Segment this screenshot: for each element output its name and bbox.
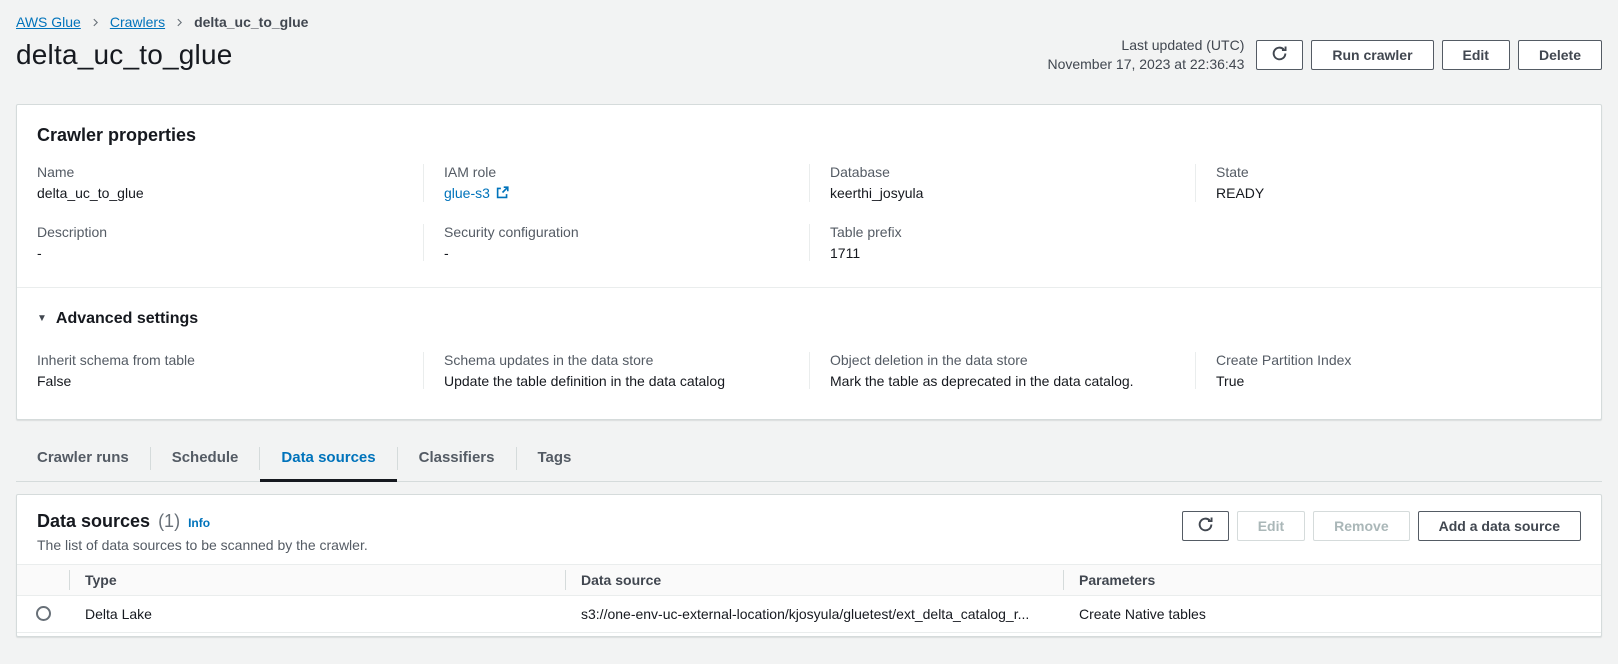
data-sources-card: Data sources (1) Info The list of data s… <box>16 494 1602 637</box>
tab-schedule[interactable]: Schedule <box>151 436 260 482</box>
last-updated-label: Last updated (UTC) <box>1047 36 1244 55</box>
edit-source-button[interactable]: Edit <box>1237 511 1305 541</box>
breadcrumb-current: delta_uc_to_glue <box>194 14 308 30</box>
last-updated: Last updated (UTC) November 17, 2023 at … <box>1047 36 1244 74</box>
state-value: READY <box>1216 185 1561 201</box>
field-label: Table prefix <box>830 224 1175 240</box>
field-value: keerthi_josyula <box>830 185 1175 201</box>
delete-button[interactable]: Delete <box>1518 40 1602 70</box>
remove-source-button[interactable]: Remove <box>1313 511 1409 541</box>
add-data-source-button[interactable]: Add a data source <box>1418 511 1581 541</box>
field-label: Schema updates in the data store <box>444 352 789 368</box>
field-state: State READY <box>1195 164 1581 202</box>
field-value: True <box>1216 373 1561 389</box>
column-header-parameters: Parameters <box>1063 564 1601 595</box>
field-value: False <box>37 373 403 389</box>
advanced-settings-label: Advanced settings <box>56 310 198 328</box>
field-value: delta_uc_to_glue <box>37 185 403 201</box>
field-description: Description - <box>37 224 423 261</box>
last-updated-value: November 17, 2023 at 22:36:43 <box>1047 55 1244 74</box>
tab-classifiers[interactable]: Classifiers <box>398 436 516 482</box>
tab-crawler-runs[interactable]: Crawler runs <box>16 436 150 482</box>
field-value: 1711 <box>830 245 1175 261</box>
data-sources-table: Type Data source Parameters Delta Lake s… <box>17 564 1601 633</box>
properties-row-1: Name delta_uc_to_glue IAM role glue-s3 D… <box>37 164 1581 202</box>
page-header: delta_uc_to_glue Last updated (UTC) Nove… <box>0 34 1618 86</box>
field-object-deletion: Object deletion in the data store Mark t… <box>809 352 1195 389</box>
field-database: Database keerthi_josyula <box>809 164 1195 202</box>
refresh-icon <box>1271 45 1288 65</box>
column-header-type: Type <box>69 564 565 595</box>
refresh-sources-button[interactable] <box>1182 511 1229 541</box>
properties-row-2: Description - Security configuration - T… <box>37 224 1581 261</box>
data-sources-count: (1) <box>158 511 180 532</box>
cell-parameters: Create Native tables <box>1063 595 1601 632</box>
field-label: Inherit schema from table <box>37 352 403 368</box>
field-name: Name delta_uc_to_glue <box>37 164 423 202</box>
breadcrumb-link-crawlers[interactable]: Crawlers <box>110 14 165 30</box>
field-value: Mark the table as deprecated in the data… <box>830 373 1175 389</box>
field-label: Name <box>37 164 403 180</box>
tab-data-sources[interactable]: Data sources <box>260 436 396 482</box>
cell-data-source: s3://one-env-uc-external-location/kjosyu… <box>565 595 1063 632</box>
field-label: State <box>1216 164 1561 180</box>
crawler-properties-title: Crawler properties <box>37 125 1581 146</box>
field-label: Security configuration <box>444 224 789 240</box>
header-actions: Last updated (UTC) November 17, 2023 at … <box>1047 36 1602 74</box>
field-value: Update the table definition in the data … <box>444 373 789 389</box>
refresh-icon <box>1197 516 1214 536</box>
chevron-right-icon <box>91 17 100 28</box>
field-table-prefix: Table prefix 1711 <box>809 224 1195 261</box>
page-title: delta_uc_to_glue <box>16 39 233 71</box>
breadcrumb: AWS Glue Crawlers delta_uc_to_glue <box>0 0 1618 34</box>
table-row: Delta Lake s3://one-env-uc-external-loca… <box>17 595 1601 632</box>
field-partition-index: Create Partition Index True <box>1195 352 1581 389</box>
field-value: - <box>37 245 403 261</box>
refresh-button[interactable] <box>1256 40 1303 70</box>
field-label: Create Partition Index <box>1216 352 1561 368</box>
edit-button[interactable]: Edit <box>1442 40 1510 70</box>
column-header-data-source: Data source <box>565 564 1063 595</box>
tab-bar: Crawler runs Schedule Data sources Class… <box>16 436 1602 482</box>
cell-type: Delta Lake <box>69 595 565 632</box>
field-security-configuration: Security configuration - <box>423 224 809 261</box>
field-iam-role: IAM role glue-s3 <box>423 164 809 202</box>
external-link-icon <box>496 186 509 202</box>
run-crawler-button[interactable]: Run crawler <box>1311 40 1433 70</box>
data-sources-title: Data sources <box>37 511 150 532</box>
data-sources-description: The list of data sources to be scanned b… <box>37 537 368 553</box>
iam-role-link[interactable]: glue-s3 <box>444 185 490 201</box>
field-inherit-schema: Inherit schema from table False <box>37 352 423 389</box>
chevron-right-icon <box>175 17 184 28</box>
field-value: - <box>444 245 789 261</box>
field-label: Object deletion in the data store <box>830 352 1175 368</box>
tab-tags[interactable]: Tags <box>517 436 593 482</box>
aws-glue-crawler-page: AWS Glue Crawlers delta_uc_to_glue delta… <box>0 0 1618 637</box>
row-select-radio[interactable] <box>36 606 51 621</box>
table-header-row: Type Data source Parameters <box>17 564 1601 595</box>
data-sources-actions: Edit Remove Add a data source <box>1182 511 1581 541</box>
advanced-settings-toggle[interactable]: ▼ Advanced settings <box>37 310 198 328</box>
select-column-header <box>17 564 69 595</box>
field-label: IAM role <box>444 164 789 180</box>
field-schema-updates: Schema updates in the data store Update … <box>423 352 809 389</box>
advanced-settings-row: Inherit schema from table False Schema u… <box>37 352 1581 389</box>
breadcrumb-link-aws-glue[interactable]: AWS Glue <box>16 14 81 30</box>
section-divider <box>17 287 1601 288</box>
caret-down-icon: ▼ <box>37 313 47 324</box>
field-label: Description <box>37 224 403 240</box>
data-sources-header: Data sources (1) Info The list of data s… <box>17 495 1601 553</box>
field-label: Database <box>830 164 1175 180</box>
crawler-properties-card: Crawler properties Name delta_uc_to_glue… <box>16 104 1602 420</box>
field-empty <box>1195 224 1581 261</box>
info-link[interactable]: Info <box>188 516 210 530</box>
